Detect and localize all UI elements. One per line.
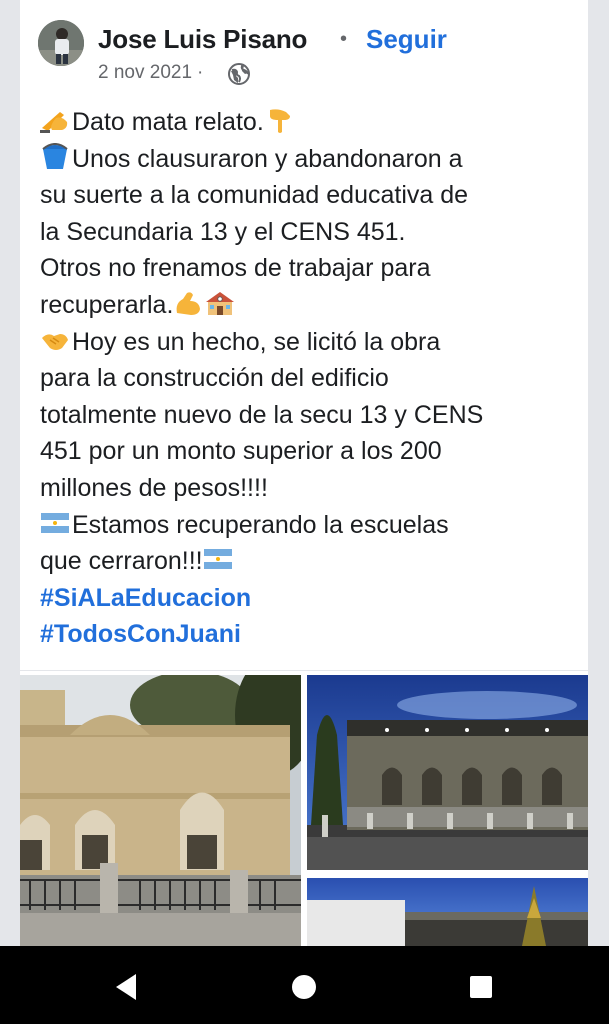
school-emoji [206,291,235,315]
post-line-text: para la construcción del edificio [40,364,389,393]
post-header: Jose Luis Pisano • Seguir 2 nov 2021 · [20,0,588,96]
post-line-text: que cerraron!!! [40,547,203,576]
post-line: Hoy es un hecho, se licitó la obra [40,324,580,361]
post-date[interactable]: 2 nov 2021 [98,62,192,83]
post-line: #SiALaEducacion [40,580,580,617]
post-line-text: 451 por un monto superior a los 200 [40,437,442,466]
header-separator: • [340,28,348,50]
android-navigation-bar [0,946,609,1024]
post-line-text: recuperarla. [40,290,174,319]
flexed-biceps-emoji [177,292,201,315]
post-card: Jose Luis Pisano • Seguir 2 nov 2021 · Da… [20,0,588,946]
hashtag-link[interactable]: #SiALaEducacion [40,584,251,612]
avatar-image [38,20,84,66]
handshake-emoji [42,333,68,350]
argentina-flag-emoji [203,549,232,570]
post-line: totalmente nuevo de la secu 13 y CENS [40,397,580,434]
render-building-image [307,878,588,946]
pointing-down-emoji [269,109,290,133]
photo-render-second-view[interactable] [307,878,588,946]
post-line-text: su suerte a la comunidad educativa de [40,181,469,210]
post-line: #TodosConJuani [40,616,580,653]
post-line-text: Hoy es un hecho, se licitó la obra [72,327,441,356]
recents-square-icon[interactable] [464,970,498,1004]
post-line-text: Estamos recuperando la escuelas [72,510,449,539]
post-line-text: Otros no frenamos de trabajar para [40,254,431,283]
post-line: para la construcción del edificio [40,360,580,397]
post-line-text: Unos clausuraron y abandonaron a [72,144,463,173]
post-meta: 2 nov 2021 · [98,62,208,84]
post-line: la Secundaria 13 y el CENS 451. [40,214,580,251]
argentina-flag-emoji [41,512,69,533]
post-line-text: totalmente nuevo de la secu 13 y CENS [40,400,484,429]
photo-old-school-building[interactable] [20,675,301,946]
globe-icon [228,63,250,85]
hashtag-link[interactable]: #TodosConJuani [40,620,241,648]
divider [20,670,588,671]
post-line: que cerraron!!! [40,543,580,580]
author-name[interactable]: Jose Luis Pisano [98,24,307,55]
writing-hand-emoji [40,112,68,133]
home-circle-icon[interactable] [287,970,321,1004]
post-line: millones de pesos!!!! [40,470,580,507]
post-line: Otros no frenamos de trabajar para [40,250,580,287]
post-line: Unos clausuraron y abandonaron a [40,141,580,178]
old-building-image [20,675,301,946]
post-line-text: la Secundaria 13 y el CENS 451. [40,217,406,246]
photo-new-building-render[interactable] [307,675,588,870]
meta-separator: · [197,62,204,83]
avatar[interactable] [38,20,84,66]
post-line: recuperarla. [40,287,580,324]
post-line: su suerte a la comunidad educativa de [40,177,580,214]
post-line: Estamos recuperando la escuelas [40,507,580,544]
render-building-image [307,675,588,870]
post-line-text: millones de pesos!!!! [40,473,268,502]
bucket-emoji [42,142,68,169]
post-line-text: Dato mata relato. [72,108,264,136]
post-line: 451 por un monto superior a los 200 [40,433,580,470]
post-line: Dato mata relato. [40,104,580,141]
post-body: Dato mata relato. Unos clausuraron y aba… [40,104,580,653]
follow-button[interactable]: Seguir [366,24,447,55]
back-triangle-icon[interactable] [110,970,144,1004]
